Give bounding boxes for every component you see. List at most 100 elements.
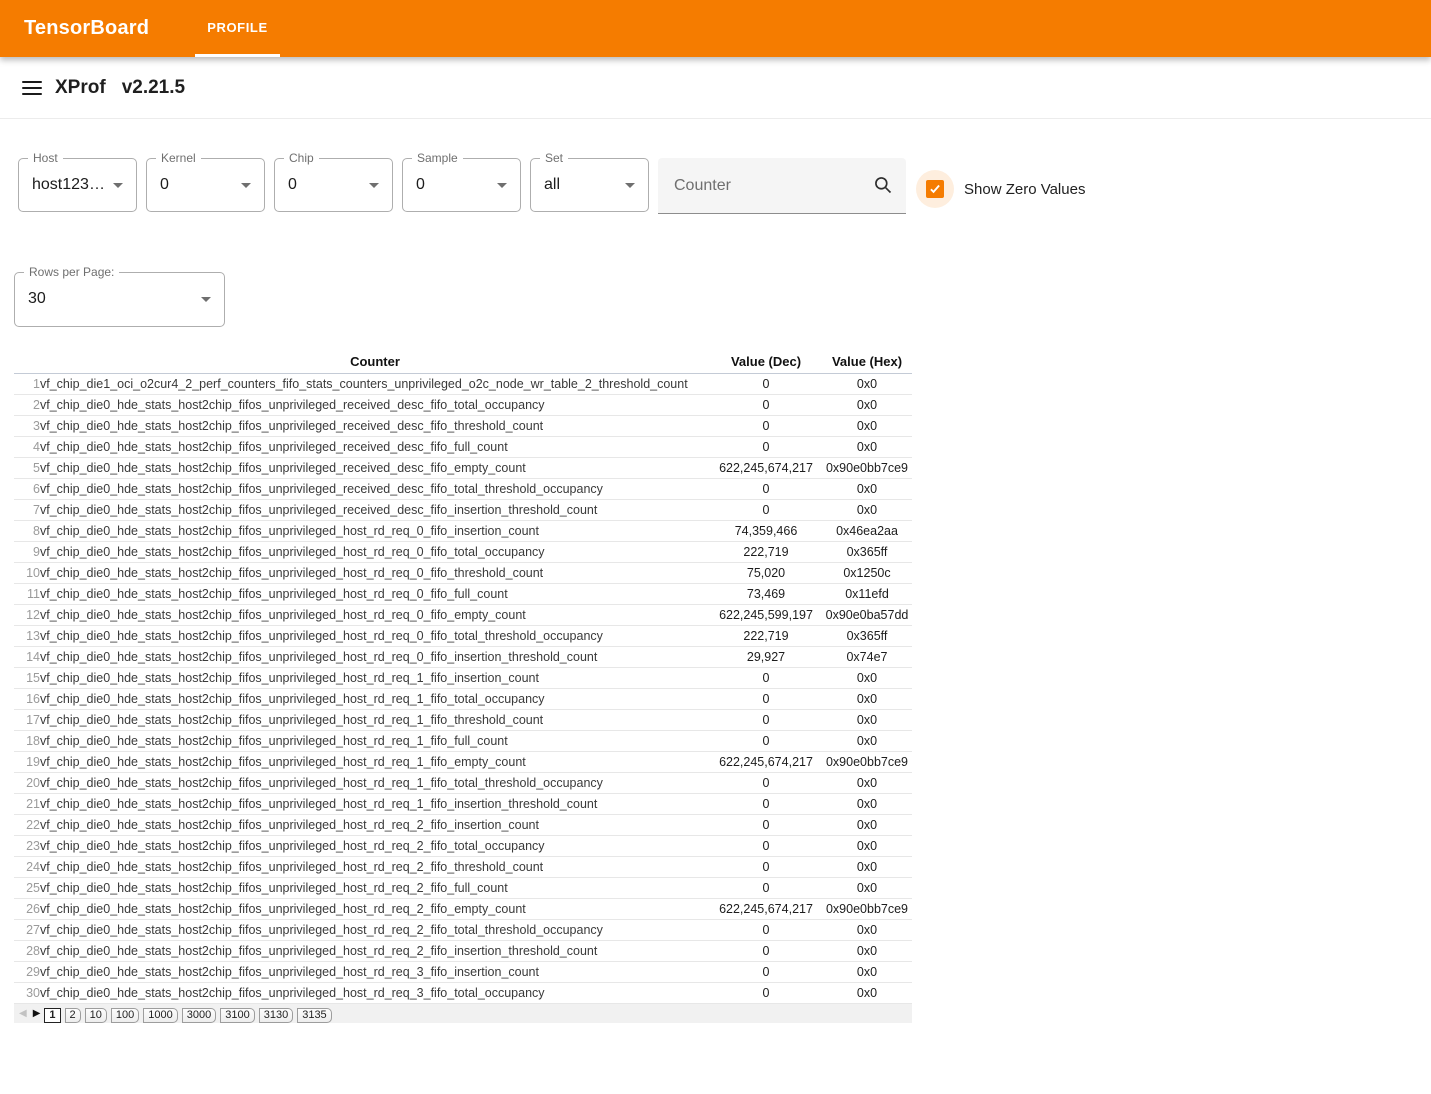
table-row[interactable]: 23 vf_chip_die0_hde_stats_host2chip_fifo… — [14, 836, 912, 857]
col-header-counter: Counter — [40, 352, 710, 374]
table-row[interactable]: 26 vf_chip_die0_hde_stats_host2chip_fifo… — [14, 899, 912, 920]
table-row[interactable]: 5 vf_chip_die0_hde_stats_host2chip_fifos… — [14, 458, 912, 479]
counter-name: vf_chip_die0_hde_stats_host2chip_fifos_u… — [40, 689, 710, 710]
counter-value-hex: 0x0 — [822, 689, 912, 710]
sample-select-label: Sample — [412, 151, 463, 165]
counter-search-input[interactable] — [674, 158, 864, 213]
chip-select[interactable]: Chip 0 — [274, 158, 393, 212]
counter-name: vf_chip_die0_hde_stats_host2chip_fifos_u… — [40, 878, 710, 899]
table-row[interactable]: 25 vf_chip_die0_hde_stats_host2chip_fifo… — [14, 878, 912, 899]
counter-name: vf_chip_die0_hde_stats_host2chip_fifos_u… — [40, 500, 710, 521]
table-row[interactable]: 7 vf_chip_die0_hde_stats_host2chip_fifos… — [14, 500, 912, 521]
counter-value-dec: 0 — [710, 416, 822, 437]
table-row[interactable]: 4 vf_chip_die0_hde_stats_host2chip_fifos… — [14, 437, 912, 458]
table-row[interactable]: 21 vf_chip_die0_hde_stats_host2chip_fifo… — [14, 794, 912, 815]
host-select[interactable]: Host host123… — [18, 158, 137, 212]
table-row[interactable]: 11 vf_chip_die0_hde_stats_host2chip_fifo… — [14, 584, 912, 605]
counter-value-dec: 0 — [710, 857, 822, 878]
counter-name: vf_chip_die1_oci_o2cur4_2_perf_counters_… — [40, 374, 710, 395]
table-row[interactable]: 6 vf_chip_die0_hde_stats_host2chip_fifos… — [14, 479, 912, 500]
chip-select-label: Chip — [284, 151, 319, 165]
table-row[interactable]: 1 vf_chip_die1_oci_o2cur4_2_perf_counter… — [14, 374, 912, 395]
page-button-3130[interactable]: 3130 — [259, 1008, 293, 1023]
table-row[interactable]: 18 vf_chip_die0_hde_stats_host2chip_fifo… — [14, 731, 912, 752]
chevron-down-icon — [369, 183, 379, 188]
counter-value-dec: 0 — [710, 878, 822, 899]
counter-value-hex: 0x90e0ba57dd — [822, 605, 912, 626]
counter-name: vf_chip_die0_hde_stats_host2chip_fifos_u… — [40, 731, 710, 752]
tab-profile[interactable]: PROFILE — [195, 0, 280, 57]
table-row[interactable]: 2 vf_chip_die0_hde_stats_host2chip_fifos… — [14, 395, 912, 416]
set-select[interactable]: Set all — [530, 158, 649, 212]
table-row[interactable]: 16 vf_chip_die0_hde_stats_host2chip_fifo… — [14, 689, 912, 710]
row-index: 8 — [14, 521, 40, 542]
row-index: 24 — [14, 857, 40, 878]
table-row[interactable]: 14 vf_chip_die0_hde_stats_host2chip_fifo… — [14, 647, 912, 668]
pager-prev-button[interactable]: ◀ — [17, 1007, 29, 1021]
table-row[interactable]: 12 vf_chip_die0_hde_stats_host2chip_fifo… — [14, 605, 912, 626]
table-row[interactable]: 3 vf_chip_die0_hde_stats_host2chip_fifos… — [14, 416, 912, 437]
table-pager: ◀ ▶ 12 10 100 1000 3000 3100 3130 3135 — [14, 1004, 912, 1023]
table-row[interactable]: 15 vf_chip_die0_hde_stats_host2chip_fifo… — [14, 668, 912, 689]
page-button-1[interactable]: 1 — [44, 1008, 60, 1023]
page-button-3135[interactable]: 3135 — [297, 1008, 331, 1023]
table-row[interactable]: 30 vf_chip_die0_hde_stats_host2chip_fifo… — [14, 983, 912, 1004]
page-button-10[interactable]: 10 — [85, 1008, 107, 1023]
page-button-3100[interactable]: 3100 — [220, 1008, 254, 1023]
table-row[interactable]: 28 vf_chip_die0_hde_stats_host2chip_fifo… — [14, 941, 912, 962]
page-button-2[interactable]: 2 — [65, 1008, 81, 1023]
table-row[interactable]: 8 vf_chip_die0_hde_stats_host2chip_fifos… — [14, 521, 912, 542]
menu-icon[interactable] — [22, 81, 42, 95]
chevron-down-icon — [625, 183, 635, 188]
table-row[interactable]: 22 vf_chip_die0_hde_stats_host2chip_fifo… — [14, 815, 912, 836]
xprof-page: TensorBoard PROFILE XProf v2.21.5 Host h… — [0, 0, 1431, 1094]
counter-value-dec: 0 — [710, 479, 822, 500]
page-button-3000[interactable]: 3000 — [182, 1008, 216, 1023]
counter-value-hex: 0x0 — [822, 395, 912, 416]
app-bar: TensorBoard PROFILE — [0, 0, 1431, 57]
tensorboard-brand: TensorBoard — [0, 0, 149, 57]
pager-next-button[interactable]: ▶ — [31, 1007, 43, 1021]
rows-per-page-value: 30 — [28, 290, 46, 308]
table-row[interactable]: 17 vf_chip_die0_hde_stats_host2chip_fifo… — [14, 710, 912, 731]
table-row[interactable]: 13 vf_chip_die0_hde_stats_host2chip_fifo… — [14, 626, 912, 647]
counter-name: vf_chip_die0_hde_stats_host2chip_fifos_u… — [40, 647, 710, 668]
table-row[interactable]: 20 vf_chip_die0_hde_stats_host2chip_fifo… — [14, 773, 912, 794]
counter-value-hex: 0x46ea2aa — [822, 521, 912, 542]
table-header-row: Counter Value (Dec) Value (Hex) — [14, 352, 912, 374]
counter-name: vf_chip_die0_hde_stats_host2chip_fifos_u… — [40, 437, 710, 458]
counter-value-dec: 622,245,674,217 — [710, 899, 822, 920]
set-select-value: all — [544, 176, 560, 194]
counter-value-dec: 0 — [710, 815, 822, 836]
counter-value-dec: 622,245,599,197 — [710, 605, 822, 626]
table-row[interactable]: 9 vf_chip_die0_hde_stats_host2chip_fifos… — [14, 542, 912, 563]
checkbox-checked-icon — [926, 180, 944, 198]
counter-value-dec: 222,719 — [710, 626, 822, 647]
row-index: 19 — [14, 752, 40, 773]
rows-per-page-select[interactable]: Rows per Page: 30 — [14, 272, 225, 327]
search-icon[interactable] — [873, 175, 893, 200]
table-row[interactable]: 27 vf_chip_die0_hde_stats_host2chip_fifo… — [14, 920, 912, 941]
col-header-value-hex: Value (Hex) — [822, 352, 912, 374]
show-zero-values-control: Show Zero Values — [916, 170, 1085, 208]
counter-value-dec: 0 — [710, 500, 822, 521]
show-zero-values-checkbox[interactable] — [916, 170, 954, 208]
row-index: 30 — [14, 983, 40, 1004]
row-index: 2 — [14, 395, 40, 416]
table-row[interactable]: 19 vf_chip_die0_hde_stats_host2chip_fifo… — [14, 752, 912, 773]
row-index: 13 — [14, 626, 40, 647]
page-title: XProf — [55, 77, 106, 99]
table-row[interactable]: 10 vf_chip_die0_hde_stats_host2chip_fifo… — [14, 563, 912, 584]
kernel-select[interactable]: Kernel 0 — [146, 158, 265, 212]
counter-value-dec: 74,359,466 — [710, 521, 822, 542]
counter-value-hex: 0x365ff — [822, 626, 912, 647]
counter-value-hex: 0x365ff — [822, 542, 912, 563]
page-button-1000[interactable]: 1000 — [143, 1008, 177, 1023]
table-row[interactable]: 29 vf_chip_die0_hde_stats_host2chip_fifo… — [14, 962, 912, 983]
table-row[interactable]: 24 vf_chip_die0_hde_stats_host2chip_fifo… — [14, 857, 912, 878]
row-index: 16 — [14, 689, 40, 710]
sample-select[interactable]: Sample 0 — [402, 158, 521, 212]
counter-value-dec: 0 — [710, 983, 822, 1004]
page-button-100[interactable]: 100 — [111, 1008, 139, 1023]
counter-value-hex: 0x0 — [822, 731, 912, 752]
